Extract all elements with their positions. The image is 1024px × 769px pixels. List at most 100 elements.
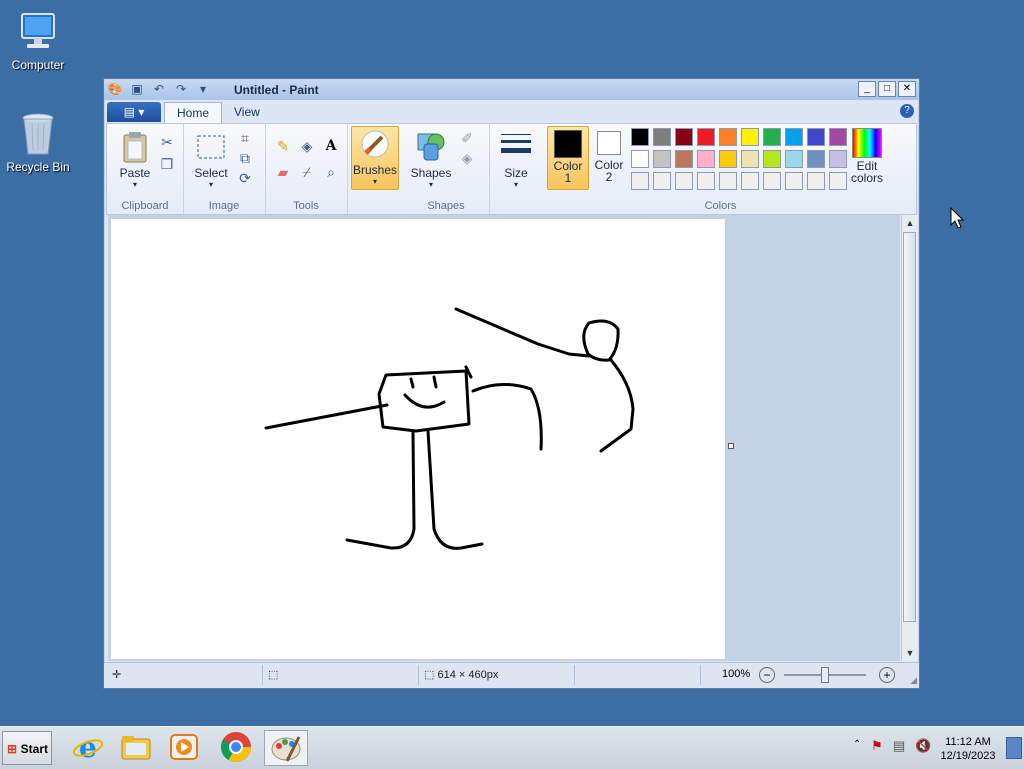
palette-swatch[interactable] [675, 150, 693, 168]
palette-swatch[interactable] [763, 172, 781, 190]
palette-swatch[interactable] [807, 172, 825, 190]
palette-swatch[interactable] [741, 172, 759, 190]
zoom-in-button[interactable]: + [879, 667, 895, 683]
network-icon[interactable]: ▤ [893, 738, 905, 754]
palette-swatch[interactable] [631, 172, 649, 190]
desktop-icon-computer[interactable]: Computer [0, 8, 76, 72]
palette-swatch[interactable] [697, 128, 715, 146]
help-icon[interactable]: ? [900, 104, 914, 118]
palette-swatch[interactable] [631, 128, 649, 146]
select-button[interactable]: Select ▾ [189, 130, 233, 189]
taskbar-media-player[interactable] [162, 730, 206, 766]
clock[interactable]: 11:12 AM 12/19/2023 [937, 735, 999, 763]
shapes-button[interactable]: Shapes ▾ [409, 130, 453, 189]
copy-icon[interactable]: ❐ [157, 154, 177, 174]
palette-swatch[interactable] [741, 150, 759, 168]
taskbar-internet-explorer[interactable]: e [66, 730, 110, 766]
size-button[interactable]: Size ▾ [495, 130, 537, 189]
scrollbar-thumb[interactable] [903, 232, 916, 622]
paint-menu-button[interactable]: ▤ ▾ [107, 102, 161, 122]
paint-app-icon[interactable]: 🎨 [106, 81, 124, 97]
palette-swatch[interactable] [697, 172, 715, 190]
cut-icon[interactable]: ✂ [157, 132, 177, 152]
volume-muted-icon[interactable]: 🔇 [915, 738, 931, 754]
text-tool-icon[interactable]: A [321, 136, 341, 156]
resize-handle[interactable] [728, 443, 734, 449]
taskbar-file-explorer[interactable] [114, 730, 158, 766]
title-bar[interactable]: 🎨 ▣ ↶ ↷ ▾ Untitled - Paint _ □ ✕ [104, 79, 919, 100]
zoom-out-button[interactable]: − [759, 667, 775, 683]
taskbar: ⊞ Start e ⌃ ⚑ ▤ 🔇 11:12 AM 12/19/2023 [0, 726, 1024, 769]
palette-swatch[interactable] [719, 172, 737, 190]
taskbar-chrome[interactable] [214, 730, 258, 766]
minimize-button[interactable]: _ [858, 81, 876, 97]
palette-swatch[interactable] [741, 128, 759, 146]
palette-swatch[interactable] [653, 172, 671, 190]
outline-icon[interactable]: ✐ [457, 128, 477, 148]
palette-swatch[interactable] [653, 128, 671, 146]
taskbar-paint[interactable] [264, 730, 308, 766]
tools-group-label: Tools [293, 200, 319, 212]
palette-swatch[interactable] [697, 150, 715, 168]
palette-swatch[interactable] [785, 172, 803, 190]
vertical-scrollbar[interactable]: ▲ ▼ [901, 215, 918, 661]
clipboard-icon [118, 130, 152, 164]
dropdown-arrow-icon: ▾ [372, 177, 377, 186]
resize-grip-icon[interactable]: ◢ [910, 675, 917, 686]
resize-icon[interactable]: ⧉ [235, 148, 255, 168]
canvas-workspace [108, 215, 900, 661]
palette-swatch[interactable] [719, 128, 737, 146]
window-controls: _ □ ✕ [858, 81, 916, 97]
show-desktop-button[interactable] [1006, 737, 1022, 759]
start-button[interactable]: ⊞ Start [2, 731, 52, 765]
pencil-icon[interactable]: ✎ [273, 136, 293, 156]
shape-fill-icon[interactable]: ◈ [457, 148, 477, 168]
line-size-icon [499, 130, 533, 164]
dropdown-arrow-icon: ▾ [428, 180, 433, 189]
scroll-up-icon[interactable]: ▲ [902, 215, 918, 231]
show-hidden-icons-icon[interactable]: ⌃ [853, 739, 861, 750]
eraser-icon[interactable]: ▰ [273, 162, 293, 182]
brushes-button[interactable]: Brushes ▾ [351, 126, 399, 190]
chrome-icon [220, 732, 251, 763]
palette-swatch[interactable] [763, 150, 781, 168]
palette-swatch[interactable] [675, 128, 693, 146]
customize-qat-icon[interactable]: ▾ [194, 81, 212, 97]
drawing-canvas[interactable] [111, 219, 725, 659]
palette-swatch[interactable] [807, 128, 825, 146]
fill-icon[interactable]: ◈ [297, 136, 317, 156]
palette-swatch[interactable] [763, 128, 781, 146]
palette-swatch[interactable] [807, 150, 825, 168]
tab-home[interactable]: Home [164, 102, 223, 124]
scroll-down-icon[interactable]: ▼ [902, 645, 918, 661]
color-picker-icon[interactable]: ⌿ [297, 162, 317, 182]
redo-icon[interactable]: ↷ [172, 81, 190, 97]
palette-swatch[interactable] [631, 150, 649, 168]
zoom-slider[interactable] [784, 667, 866, 683]
paste-button[interactable]: Paste ▾ [113, 130, 157, 189]
palette-swatch[interactable] [675, 172, 693, 190]
maximize-button[interactable]: □ [878, 81, 896, 97]
close-button[interactable]: ✕ [898, 81, 916, 97]
action-center-flag-icon[interactable]: ⚑ [871, 738, 883, 754]
rotate-icon[interactable]: ⟳ [235, 168, 255, 188]
palette-swatch[interactable] [785, 128, 803, 146]
group-brushes: Brushes ▾ [347, 124, 403, 214]
tab-view[interactable]: View [222, 102, 272, 123]
shapes-label: Shapes [410, 166, 452, 180]
color2-button[interactable]: Color 2 [589, 126, 629, 188]
select-label: Select [194, 166, 228, 180]
crop-icon[interactable]: ⌗ [235, 128, 255, 148]
zoom-slider-thumb[interactable] [821, 667, 829, 683]
palette-swatch[interactable] [719, 150, 737, 168]
magnifier-icon[interactable]: ⌕ [321, 162, 341, 182]
desktop-icon-recycle-bin[interactable]: Recycle Bin [0, 110, 76, 174]
zoom-level: 100% [722, 668, 751, 680]
window-title: Untitled - Paint [234, 83, 319, 97]
undo-icon[interactable]: ↶ [150, 81, 168, 97]
color1-button[interactable]: Color 1 [547, 126, 589, 190]
palette-swatch[interactable] [785, 150, 803, 168]
palette-swatch[interactable] [653, 150, 671, 168]
save-icon[interactable]: ▣ [128, 81, 146, 97]
edit-colors-button[interactable]: Edit colors [843, 128, 891, 184]
